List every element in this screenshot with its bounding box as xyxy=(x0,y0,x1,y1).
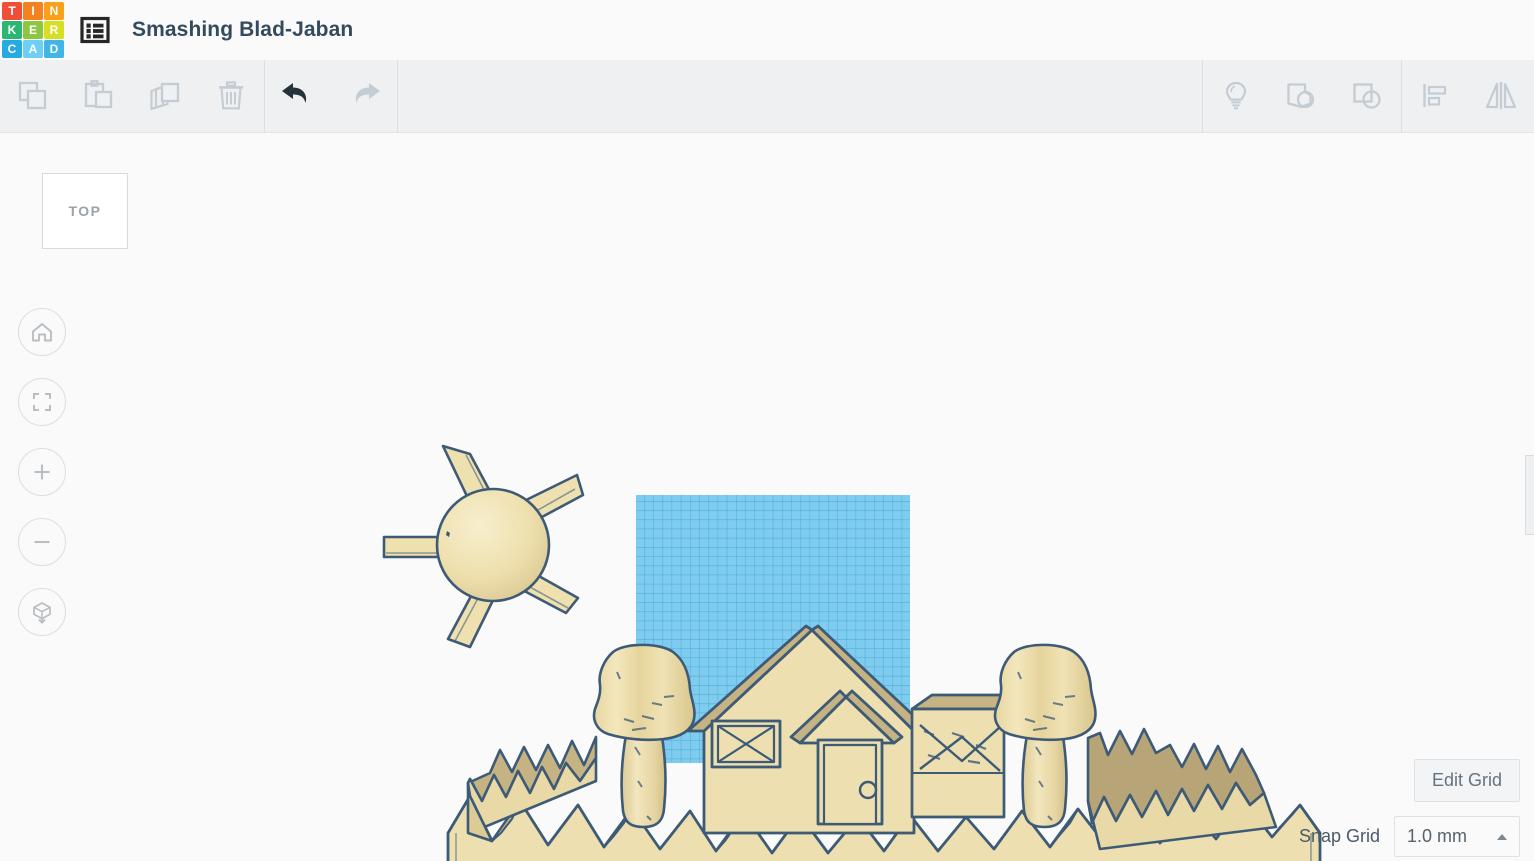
edit-grid-button[interactable]: Edit Grid xyxy=(1413,759,1520,802)
app-header: TIN KER CAD Smashing Blad-Jaban xyxy=(0,0,1534,60)
3d-canvas[interactable]: TOP Edit Grid Snap Grid 1.0 mm xyxy=(0,133,1534,861)
clipboard-button-group xyxy=(0,60,264,133)
logo-tile-a: A xyxy=(23,40,43,58)
logo-tile-i: I xyxy=(23,2,43,20)
snap-grid-select[interactable]: 1.0 mm xyxy=(1394,816,1520,857)
stairs-right[interactable] xyxy=(1086,727,1278,851)
door-knob xyxy=(858,780,878,800)
main-toolbar xyxy=(0,59,1534,133)
tree-left[interactable] xyxy=(592,643,696,829)
scene-objects[interactable] xyxy=(0,133,1534,861)
delete-button[interactable] xyxy=(198,60,264,133)
undo-button[interactable] xyxy=(265,60,331,133)
ungroup-button[interactable] xyxy=(1335,60,1401,133)
shed-right[interactable] xyxy=(910,693,1006,819)
annotate-button-group xyxy=(1203,60,1401,133)
redo-button[interactable] xyxy=(331,60,397,133)
copy-button[interactable] xyxy=(0,60,66,133)
group-button[interactable] xyxy=(1269,60,1335,133)
mirror-button[interactable] xyxy=(1468,60,1534,133)
logo-tile-c: C xyxy=(2,40,22,58)
duplicate-button[interactable] xyxy=(132,60,198,133)
history-button-group xyxy=(265,60,397,133)
snap-grid-label: Snap Grid xyxy=(1298,826,1380,846)
logo-tile-n: N xyxy=(44,2,64,20)
tinkercad-logo[interactable]: TIN KER CAD xyxy=(0,0,64,60)
list-grid-icon[interactable] xyxy=(78,13,112,47)
logo-tile-d: D xyxy=(44,40,64,58)
document-title[interactable]: Smashing Blad-Jaban xyxy=(132,18,353,42)
caret-up-icon xyxy=(1497,833,1507,840)
snap-grid-control: Snap Grid 1.0 mm xyxy=(1299,816,1520,857)
sun-shape[interactable] xyxy=(382,444,585,649)
edit-grid-label: Edit Grid xyxy=(1431,770,1502,790)
paste-button[interactable] xyxy=(66,60,132,133)
tree-right[interactable] xyxy=(993,643,1097,829)
snap-grid-value: 1.0 mm xyxy=(1407,826,1468,846)
tree-canopy xyxy=(592,643,696,742)
tree-canopy xyxy=(993,643,1097,742)
transform-button-group xyxy=(1402,60,1534,133)
notes-button[interactable] xyxy=(1203,60,1269,133)
logo-tile-r: R xyxy=(44,21,64,39)
tinkercad-editor: TIN KER CAD Smashing Blad-Jaban TOP Edit G… xyxy=(0,0,1534,861)
house-door xyxy=(816,738,884,826)
logo-tile-e: E xyxy=(23,21,43,39)
shed-top xyxy=(910,693,1006,711)
house-window xyxy=(710,719,782,769)
logo-tile-k: K xyxy=(2,21,22,39)
toolbar-divider xyxy=(397,59,398,133)
logo-tile-t: T xyxy=(2,2,22,20)
align-button[interactable] xyxy=(1402,60,1468,133)
